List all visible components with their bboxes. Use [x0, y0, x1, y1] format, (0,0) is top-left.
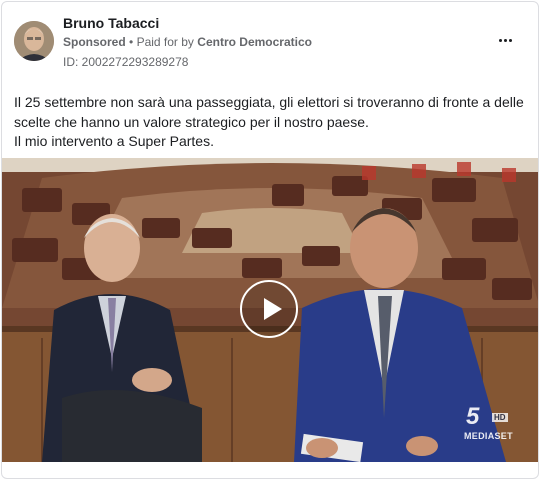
avatar[interactable]	[14, 21, 54, 61]
sponsored-label: Sponsored	[63, 35, 126, 49]
hd-badge: HD	[492, 413, 508, 422]
paid-for-by-label: Paid for by	[136, 35, 194, 49]
ad-card: Bruno Tabacci Sponsored • Paid for by Ce…	[1, 1, 539, 479]
ellipsis-icon[interactable]	[496, 33, 516, 49]
play-icon[interactable]	[240, 280, 298, 338]
post-text-line: Il 25 settembre non sarà una passeggiata…	[14, 94, 524, 130]
ad-id: ID: 2002272293289278	[63, 55, 189, 69]
payer-name[interactable]: Centro Democratico	[197, 35, 312, 49]
post-text: Il 25 settembre non sarà una passeggiata…	[14, 93, 529, 152]
post-text-line: Il mio intervento a Super Partes.	[14, 133, 214, 149]
author-name[interactable]: Bruno Tabacci	[63, 15, 159, 31]
mediaset-logo: 5 HD MEDIASET	[464, 403, 520, 443]
mediaset-logo-number: 5	[466, 403, 480, 430]
mediaset-wordmark: MEDIASET	[464, 431, 513, 441]
sponsored-line: Sponsored • Paid for by Centro Democrati…	[63, 35, 312, 49]
separator-dot: •	[129, 35, 134, 49]
